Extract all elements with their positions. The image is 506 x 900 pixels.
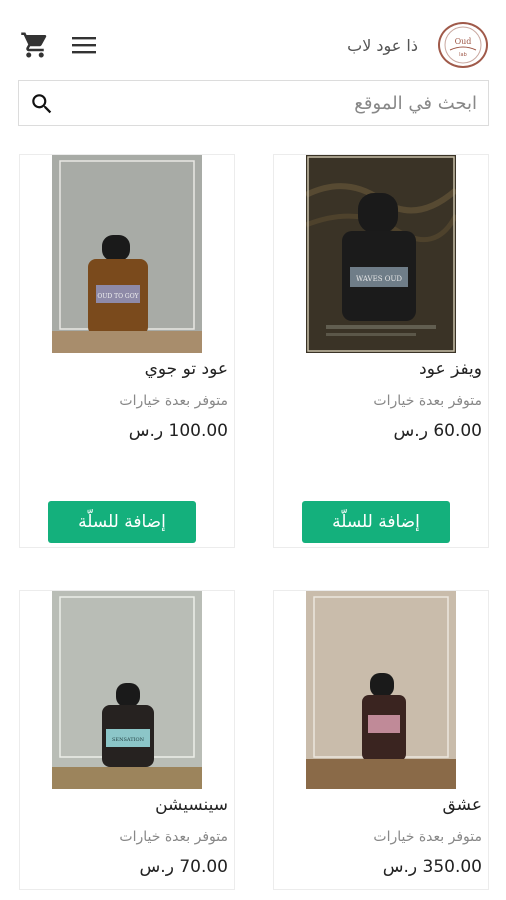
shopping-cart-icon xyxy=(21,32,47,58)
svg-text:Oud: Oud xyxy=(455,37,472,46)
product-image[interactable]: SENSATION xyxy=(52,591,202,789)
product-price: 350.00 ر.س xyxy=(382,857,482,877)
product-name[interactable]: عشق xyxy=(443,795,483,815)
menu-button[interactable] xyxy=(70,32,98,58)
svg-text:lab: lab xyxy=(459,52,467,58)
product-card-oud-to-goy[interactable]: OUD TO GOY عود تو جوي متوفر بعدة خيارات … xyxy=(19,154,235,548)
brand-name[interactable]: ذا عود لاب xyxy=(347,36,418,55)
product-card-eshq[interactable]: عشق متوفر بعدة خيارات 350.00 ر.س xyxy=(273,590,489,890)
product-image[interactable]: OUD TO GOY xyxy=(52,155,202,353)
app-header: ذا عود لاب Oud lab xyxy=(0,0,506,80)
product-availability: متوفر بعدة خيارات xyxy=(119,393,228,409)
search-button[interactable] xyxy=(29,91,55,117)
product-availability: متوفر بعدة خيارات xyxy=(373,829,482,845)
product-name[interactable]: ويفز عود xyxy=(419,359,482,379)
product-availability: متوفر بعدة خيارات xyxy=(373,393,482,409)
product-name[interactable]: سينسيشن xyxy=(155,795,228,815)
bottle-label: WAVES OUD xyxy=(356,275,402,283)
product-image[interactable]: WAVES OUD xyxy=(306,155,456,353)
bottle-label: SENSATION xyxy=(112,737,145,743)
perfume-bottle-photo: OUD TO GOY xyxy=(52,155,202,353)
perfume-bottle-photo xyxy=(306,591,456,789)
hamburger-menu-icon xyxy=(72,37,96,54)
perfume-bottle-photo: SENSATION xyxy=(52,591,202,789)
cart-button[interactable] xyxy=(20,30,50,60)
product-name[interactable]: عود تو جوي xyxy=(145,359,228,379)
product-card-sensation[interactable]: SENSATION سينسيشن متوفر بعدة خيارات 70.0… xyxy=(19,590,235,890)
oud-lab-logo-icon: Oud lab xyxy=(444,26,482,64)
add-to-cart-button[interactable]: إضافة للسلّة xyxy=(48,501,196,543)
search-icon xyxy=(32,94,52,114)
brand-logo[interactable]: Oud lab xyxy=(438,22,488,68)
search-bar xyxy=(18,80,489,126)
product-price: 100.00 ر.س xyxy=(128,421,228,441)
product-price: 70.00 ر.س xyxy=(139,857,228,877)
product-price: 60.00 ر.س xyxy=(393,421,482,441)
product-availability: متوفر بعدة خيارات xyxy=(119,829,228,845)
product-card-waves-oud[interactable]: WAVES OUD ويفز عود متوفر بعدة خيارات 60.… xyxy=(273,154,489,548)
bottle-label: OUD TO GOY xyxy=(97,293,139,300)
search-input[interactable] xyxy=(67,81,477,125)
add-to-cart-button[interactable]: إضافة للسلّة xyxy=(302,501,450,543)
perfume-bottle-photo: WAVES OUD xyxy=(306,155,456,353)
product-image[interactable] xyxy=(306,591,456,789)
